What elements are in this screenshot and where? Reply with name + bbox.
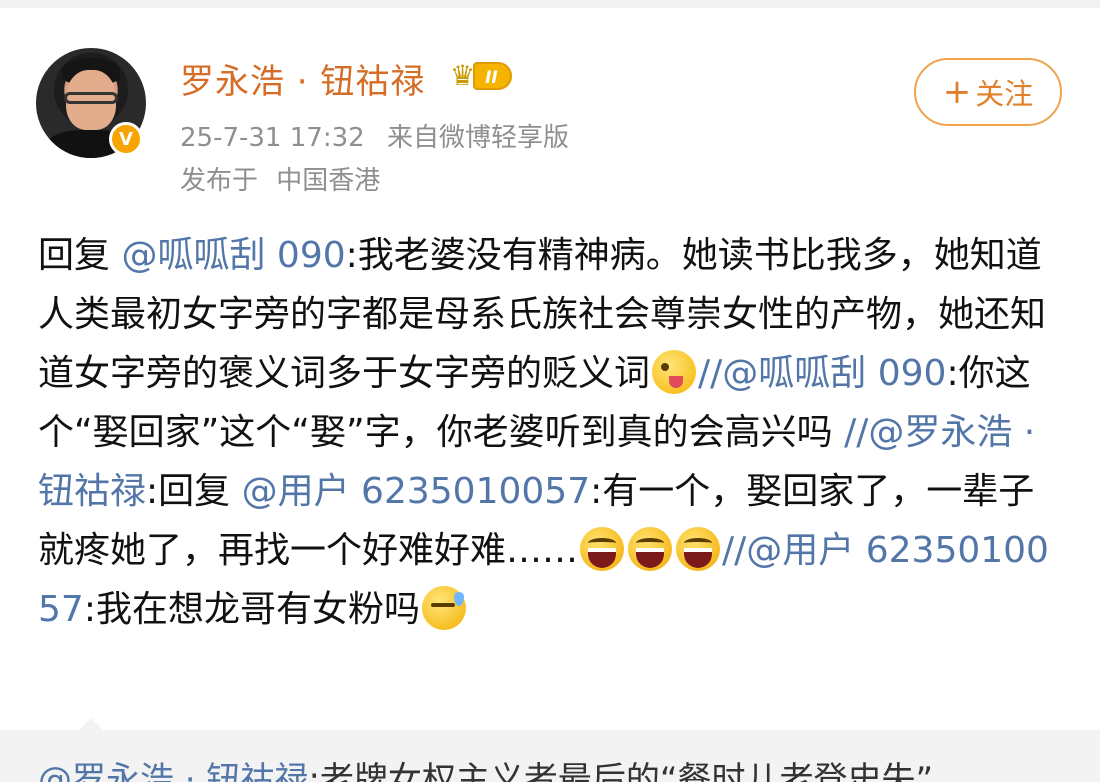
verified-icon: V [109,122,143,156]
tongue-out-emoji-icon [652,350,697,394]
repost-separator: // [844,412,869,453]
post-text: :我在想龙哥有女粉吗 [83,589,420,630]
top-divider [0,0,1100,8]
post-timestamp: 25-7-31 17:32 [180,123,365,153]
weibo-post: V 罗永浩 · 钮祜禄 ♛ II 25-7-31 17:32 来自微博轻享版 发… [0,0,1100,782]
location-name: 中国香港 [276,166,381,196]
quoted-repost-text[interactable]: @罗永浩 · 钮祜禄:老牌女权主义者最后的“餐时儿老登史失” [38,760,1078,782]
mention-link[interactable]: @呱呱刮 090 [722,353,946,394]
laughing-emoji-icon [628,527,673,571]
mention-link[interactable]: @用户 6235010057 [242,471,591,512]
location-prefix: 发布于 [180,166,259,196]
crown-icon: ♛ [450,59,476,92]
repost-separator: // [722,530,747,571]
post-text: :回复 [146,471,231,512]
laughing-emoji-icon [580,527,625,571]
username[interactable]: 罗永浩 · 钮祜禄 [180,54,425,103]
follow-button[interactable]: + 关注 [914,58,1062,126]
repost-separator: // [698,353,723,394]
sweat-smile-emoji-icon [421,586,466,630]
laughing-emoji-icon [676,527,721,571]
member-badge[interactable]: ♛ II [450,62,512,90]
mention-link[interactable]: @呱呱刮 090 [121,235,345,276]
post-location: 发布于 中国香港 [180,160,380,197]
member-level: II [473,62,512,90]
repost-mention[interactable]: @罗永浩 · 钮祜禄 [38,760,308,782]
post-source: 来自微博轻享版 [386,123,569,153]
post-meta: 25-7-31 17:32 来自微博轻享版 [180,117,569,154]
plus-icon: + [942,72,972,112]
follow-label: 关注 [975,77,1034,111]
repost-body: :老牌女权主义者最后的“餐时儿老登史失” [308,760,934,782]
post-body: 回复 @呱呱刮 090:我老婆没有精神病。她读书比我多，她知道人类最初女字旁的字… [38,226,1068,639]
reply-prefix: 回复 [38,235,111,276]
